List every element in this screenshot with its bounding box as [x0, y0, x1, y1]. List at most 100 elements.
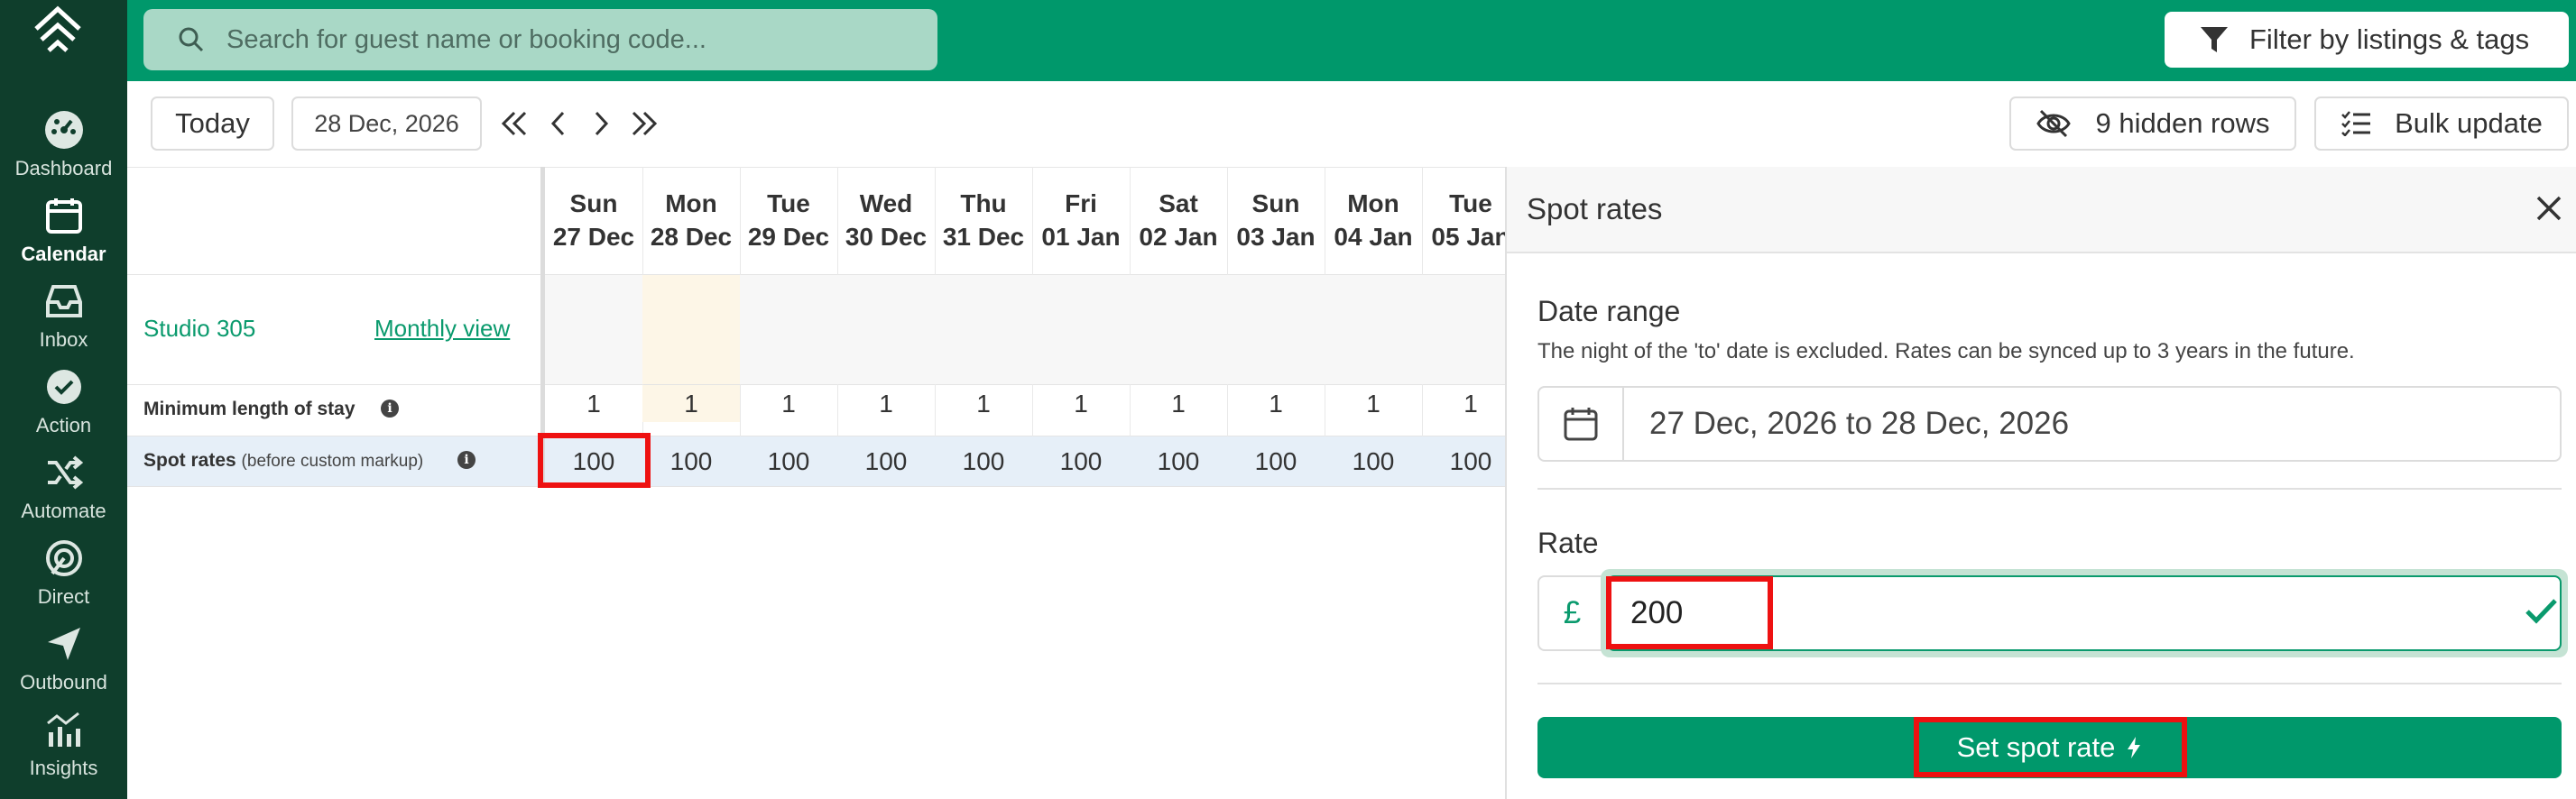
min-stay-cell[interactable]: 1 [1227, 385, 1325, 422]
hidden-rows-label: 9 hidden rows [2095, 107, 2270, 139]
spot-rate-cell[interactable]: 100 [1227, 436, 1325, 486]
dashboard-icon [41, 106, 88, 153]
chevron-right-icon[interactable] [584, 106, 618, 142]
day-header: Wed 30 Dec [837, 187, 935, 253]
sidebar-item-dashboard[interactable]: Dashboard [0, 101, 127, 187]
spot-rate-cell[interactable]: 100 [642, 436, 740, 486]
day-of-week: Mon [665, 189, 717, 217]
spot-rate-cell[interactable]: 100 [837, 436, 935, 486]
chevron-left-icon[interactable] [541, 106, 576, 142]
shuffle-icon [41, 449, 88, 496]
spot-rate-cell[interactable]: 100 [545, 436, 642, 486]
spot-rates-label: Spot rates (before custom markup) [143, 450, 423, 472]
day-of-week: Thu [960, 189, 1007, 217]
sidebar-item-label: Dashboard [14, 157, 113, 179]
availability-cell[interactable] [1032, 275, 1130, 384]
rate-field-group: £ [1537, 569, 2568, 657]
day-date: 02 Jan [1139, 223, 1218, 251]
sidebar-item-outbound[interactable]: Outbound [0, 615, 127, 701]
close-icon[interactable] [2531, 190, 2567, 226]
availability-cell[interactable] [1325, 275, 1422, 384]
panel-title: Spot rates [1527, 192, 1663, 225]
double-chevron-left-icon[interactable] [497, 106, 531, 142]
bulk-update-button[interactable]: Bulk update [2314, 96, 2569, 151]
rate-input[interactable] [1607, 575, 2562, 651]
filter-label: Filter by listings & tags [2249, 23, 2530, 55]
filter-listings-button[interactable]: Filter by listings & tags [2165, 12, 2569, 68]
day-of-week: Mon [1347, 189, 1399, 217]
date-range-value: 27 Dec, 2026 to 28 Dec, 2026 [1649, 406, 2070, 441]
availability-cell[interactable] [1130, 275, 1227, 384]
spot-rate-cell[interactable]: 100 [1130, 436, 1227, 486]
spot-rates-note: (before custom markup) [241, 452, 424, 471]
sidebar-item-action[interactable]: Action [0, 358, 127, 444]
availability-cell[interactable] [1227, 275, 1325, 384]
spot-rate-cell[interactable]: 100 [1032, 436, 1130, 486]
availability-cell[interactable] [935, 275, 1032, 384]
sidebar: Dashboard Calendar Inbox Action Automate… [0, 0, 127, 799]
hidden-rows-button[interactable]: 9 hidden rows [2009, 96, 2296, 151]
set-spot-rate-button[interactable]: Set spot rate [1537, 717, 2562, 778]
day-of-week: Tue [767, 189, 810, 217]
info-icon[interactable]: i [381, 400, 399, 418]
min-stay-cell[interactable]: 1 [642, 385, 740, 422]
today-button[interactable]: Today [151, 96, 274, 151]
date-range-title: Date range [1537, 295, 1681, 327]
search-icon [179, 27, 204, 52]
day-header: Fri 01 Jan [1032, 187, 1130, 253]
availability-cell[interactable] [740, 275, 837, 384]
inbox-icon [41, 278, 88, 325]
min-stay-cell[interactable]: 1 [935, 385, 1032, 422]
sidebar-item-direct[interactable]: Direct [0, 529, 127, 615]
rate-title: Rate [1537, 527, 1599, 559]
sidebar-item-label: Outbound [20, 671, 107, 693]
monthly-view-link[interactable]: Monthly view [374, 315, 510, 343]
min-stay-cell[interactable]: 1 [740, 385, 837, 422]
day-date: 31 Dec [942, 223, 1025, 251]
send-icon [41, 620, 88, 667]
top-bar: Filter by listings & tags [127, 0, 2576, 81]
day-date: 27 Dec [552, 223, 635, 251]
sidebar-item-calendar[interactable]: Calendar [0, 187, 127, 272]
availability-cell[interactable] [837, 275, 935, 384]
date-range-field[interactable]: 27 Dec, 2026 to 28 Dec, 2026 [1537, 386, 2562, 462]
day-header: Sun 03 Jan [1227, 187, 1325, 253]
spot-rate-cell[interactable]: 100 [740, 436, 837, 486]
spot-rate-cell[interactable]: 100 [935, 436, 1032, 486]
chart-icon [41, 706, 88, 753]
sidebar-item-label: Action [35, 414, 92, 436]
listing-name[interactable]: Studio 305 [143, 315, 255, 343]
day-date: 03 Jan [1236, 223, 1316, 251]
info-icon[interactable]: i [457, 451, 475, 469]
divider [127, 167, 1505, 168]
day-date: 28 Dec [650, 223, 733, 251]
day-date: 29 Dec [747, 223, 830, 251]
set-spot-rate-label: Set spot rate [1956, 731, 2116, 763]
min-stay-cell[interactable]: 1 [1325, 385, 1422, 422]
search-box[interactable] [143, 9, 937, 70]
sidebar-item-inbox[interactable]: Inbox [0, 272, 127, 358]
sidebar-item-automate[interactable]: Automate [0, 444, 127, 529]
min-stay-cell[interactable]: 1 [1130, 385, 1227, 422]
min-stay-cell[interactable]: 1 [545, 385, 642, 422]
panel-header: Spot rates [1507, 167, 2576, 253]
min-stay-cell[interactable]: 1 [837, 385, 935, 422]
date-picker[interactable]: 28 Dec, 2026 [291, 96, 482, 151]
day-header: Sat 02 Jan [1130, 187, 1227, 253]
sidebar-item-insights[interactable]: Insights [0, 701, 127, 786]
spot-rate-cell[interactable]: 100 [1325, 436, 1422, 486]
divider [1537, 488, 2562, 490]
eye-off-icon [2036, 109, 2072, 138]
day-of-week: Fri [1065, 189, 1097, 217]
day-header: Mon 28 Dec [642, 187, 740, 253]
double-chevron-right-icon[interactable] [627, 106, 661, 142]
spot-rates-title: Spot rates [143, 450, 236, 471]
availability-cell[interactable] [642, 275, 740, 384]
day-date: 04 Jan [1334, 223, 1413, 251]
availability-cell[interactable] [545, 275, 642, 384]
min-stay-cell[interactable]: 1 [1032, 385, 1130, 422]
date-range-note: The night of the 'to' date is excluded. … [1537, 339, 2355, 363]
logo-icon[interactable] [32, 5, 83, 54]
day-date: 01 Jan [1041, 223, 1121, 251]
search-input[interactable] [225, 23, 910, 56]
